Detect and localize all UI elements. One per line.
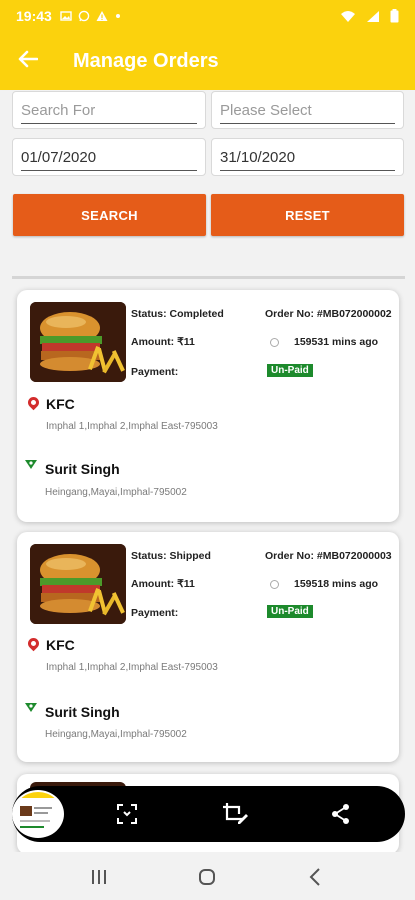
select-field[interactable] (211, 91, 404, 129)
divider (12, 276, 405, 279)
battery-icon (390, 9, 399, 23)
search-input[interactable] (21, 98, 197, 124)
payment-label: Payment: (131, 366, 179, 378)
filter-select[interactable] (220, 98, 395, 124)
customer-location-icon (25, 460, 37, 469)
payment-status-badge: Un-Paid (267, 605, 313, 618)
vendor-name: KFC (46, 396, 75, 412)
order-number: Order No: #MB072000003 (265, 550, 392, 562)
vendor-address: Imphal 1,Imphal 2,Imphal East-795003 (46, 421, 218, 432)
vendor-name: KFC (46, 637, 75, 653)
payment-status-badge: Un-Paid (267, 364, 313, 377)
order-amount: Amount: ₹11 (131, 336, 195, 348)
home-icon[interactable] (198, 868, 216, 886)
wifi-icon (341, 10, 355, 22)
system-icons (340, 9, 399, 23)
system-nav-bar (0, 852, 415, 900)
order-status: Status: Completed (131, 308, 224, 320)
food-thumbnail (30, 302, 126, 382)
date-from-field[interactable] (12, 138, 206, 176)
order-time-ago: 159531 mins ago (294, 336, 379, 348)
customer-address: Heingang,Mayai,Imphal-795002 (45, 729, 187, 740)
image-icon (60, 11, 72, 21)
order-status: Status: Shipped (131, 550, 211, 562)
back-icon[interactable] (309, 868, 321, 886)
search-button[interactable]: SEARCH (13, 194, 206, 236)
app-bar: Manage Orders (0, 32, 415, 90)
order-time-ago: 159518 mins ago (294, 578, 379, 590)
customer-name: Surit Singh (45, 704, 120, 720)
signal-icon (367, 10, 379, 22)
share-icon[interactable] (331, 803, 351, 825)
status-bar: 19:43 (0, 0, 415, 32)
warning-icon (96, 11, 108, 21)
date-from-input[interactable] (21, 145, 197, 171)
screenshot-preview-thumbnail[interactable] (12, 790, 64, 838)
order-amount: Amount: ₹11 (131, 578, 195, 590)
order-card[interactable]: Status: Shipped Order No: #MB072000003 A… (17, 532, 399, 762)
order-card[interactable]: Status: Completed Order No: #MB072000002… (17, 290, 399, 522)
vendor-location-icon (25, 635, 42, 652)
recents-icon[interactable] (91, 869, 107, 885)
date-to-field[interactable] (211, 138, 404, 176)
vendor-address: Imphal 1,Imphal 2,Imphal East-795003 (46, 662, 218, 673)
page-title: Manage Orders (73, 49, 219, 72)
notification-icons (60, 10, 122, 22)
date-to-input[interactable] (220, 145, 395, 171)
search-field[interactable] (12, 91, 206, 129)
food-thumbnail (30, 544, 126, 624)
vendor-location-icon (25, 394, 42, 411)
back-arrow-icon[interactable] (0, 47, 56, 75)
clock-icon (270, 580, 279, 589)
dot-icon (115, 14, 120, 18)
order-number: Order No: #MB072000002 (265, 308, 392, 320)
scroll-capture-icon[interactable] (116, 803, 138, 825)
customer-address: Heingang,Mayai,Imphal-795002 (45, 487, 187, 498)
reset-button[interactable]: RESET (211, 194, 404, 236)
payment-label: Payment: (131, 607, 179, 619)
status-time: 19:43 (16, 8, 52, 24)
crop-edit-icon[interactable] (222, 802, 248, 826)
customer-location-icon (25, 703, 37, 712)
customer-name: Surit Singh (45, 461, 120, 477)
clock-icon (270, 338, 279, 347)
whatsapp-icon (78, 10, 90, 22)
